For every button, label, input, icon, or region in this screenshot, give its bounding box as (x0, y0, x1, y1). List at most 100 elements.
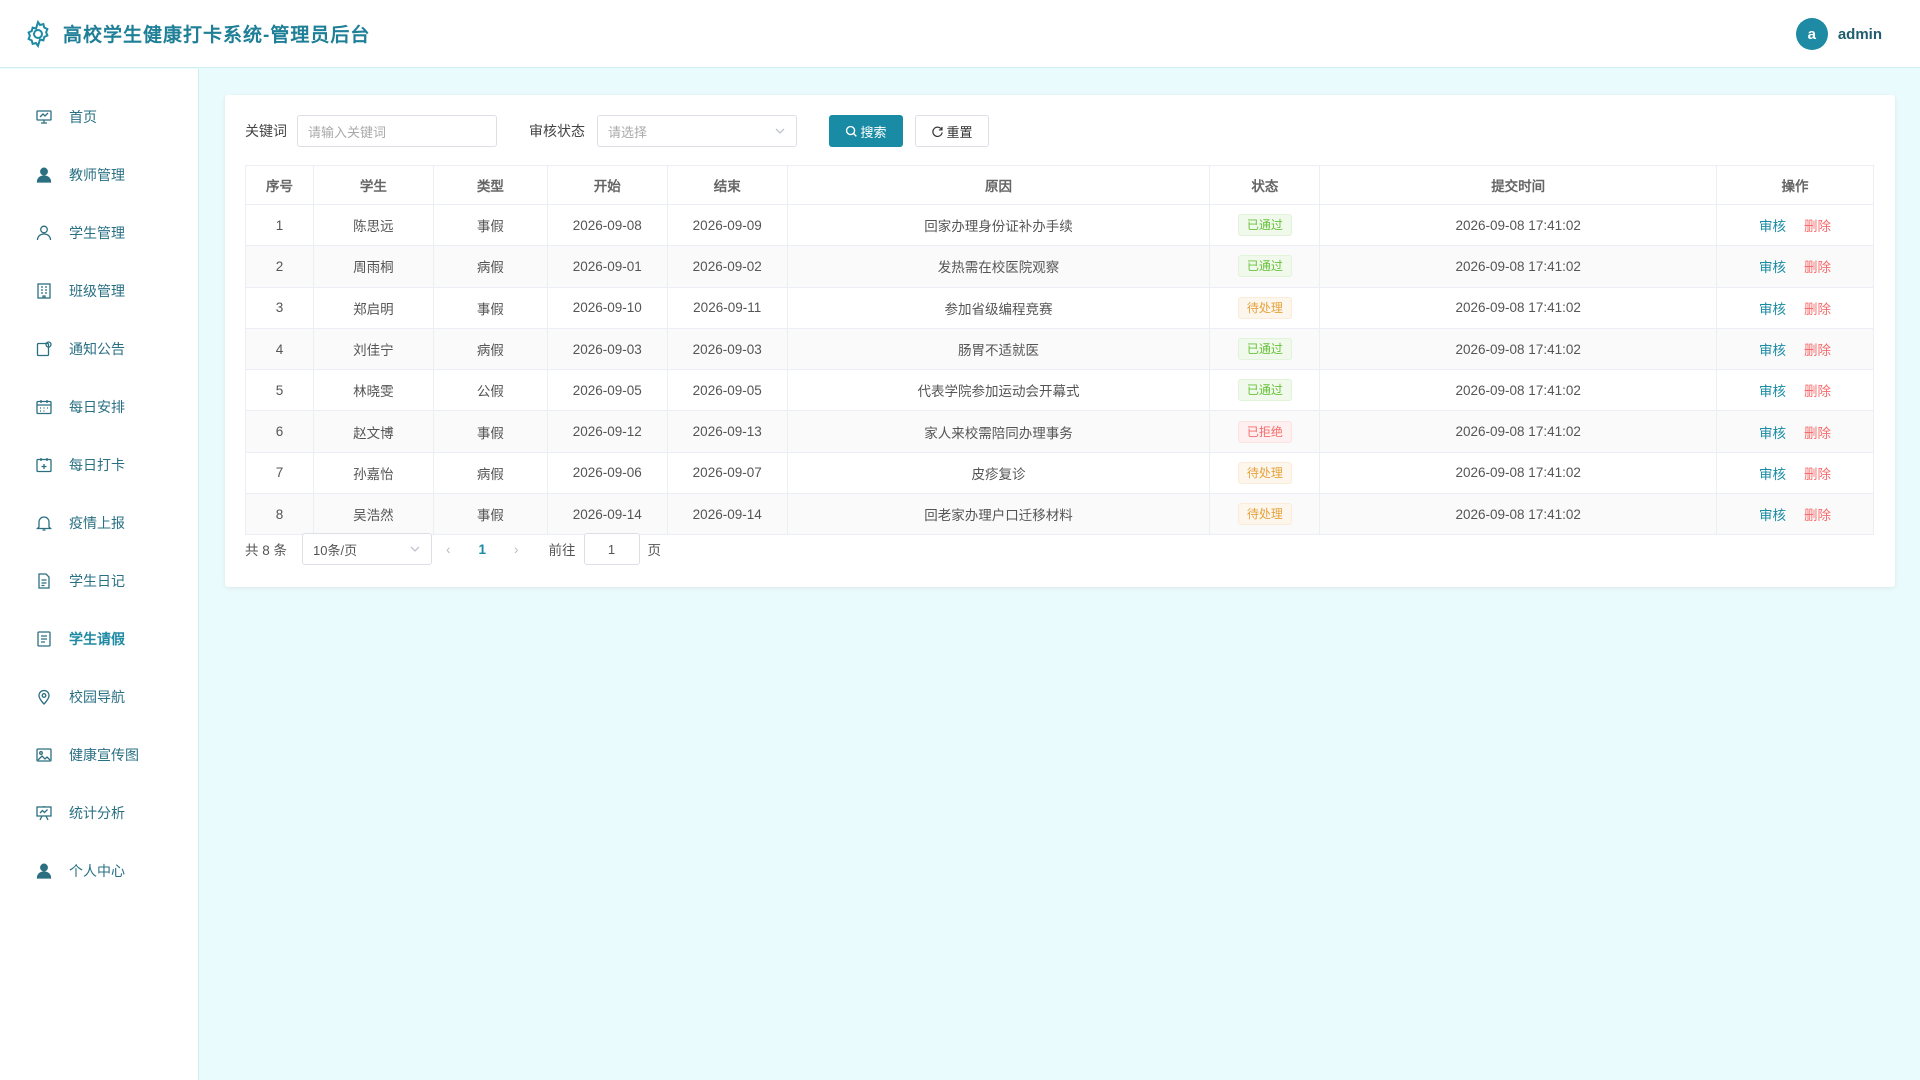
table-row[interactable]: 6 赵文博 事假 2026-09-12 2026-09-13 家人来校需陪同办理事务 已拒绝… (245, 410, 1874, 453)
goto-page-input[interactable]: 1 (583, 533, 640, 565)
delete-button[interactable]: 删除 (1804, 467, 1831, 482)
avatar[interactable]: a (1795, 18, 1828, 50)
cell-actions: 审核 删除 (1716, 410, 1874, 453)
cell-start: 2026-09-10 (546, 286, 668, 329)
username[interactable]: admin (1838, 26, 1882, 43)
audit-button[interactable]: 审核 (1759, 260, 1786, 275)
delete-button[interactable]: 删除 (1804, 508, 1831, 523)
audit-button[interactable]: 审核 (1759, 343, 1786, 358)
cell-reason: 皮疹复诊 (786, 451, 1211, 495)
audit-button[interactable]: 审核 (1759, 508, 1786, 523)
audit-button[interactable]: 审核 (1759, 384, 1786, 399)
cell-status: 待处理 (1209, 451, 1321, 495)
cell-start: 2026-09-03 (546, 327, 668, 371)
cell-status: 已拒绝 (1209, 410, 1321, 453)
delete-button[interactable]: 删除 (1804, 343, 1831, 358)
cell-actions: 审核 删除 (1716, 451, 1874, 495)
delete-button[interactable]: 删除 (1804, 302, 1831, 317)
cell-end: 2026-09-13 (666, 410, 788, 453)
sidebar-item-12[interactable]: 健康宣传图 (0, 726, 198, 784)
sidebar-item-8[interactable]: 疫情上报 (0, 494, 198, 552)
delete-button[interactable]: 删除 (1804, 384, 1831, 399)
table-row[interactable]: 5 林晓雯 公假 2026-09-05 2026-09-05 代表学院参加运动会开幕式 已通… (245, 369, 1874, 412)
audit-button[interactable]: 审核 (1759, 467, 1786, 482)
app-title: 高校学生健康打卡系统-管理员后台 (63, 25, 371, 46)
table-header-row: 序号 学生 类型 开始 结束 原因 状态 提交时间 操作 (245, 165, 1874, 205)
cell-no: 8 (245, 493, 314, 536)
sidebar-item-11[interactable]: 校园导航 (0, 668, 198, 726)
delete-button[interactable]: 删除 (1804, 219, 1831, 234)
keyword-label: 关键词 (245, 123, 287, 139)
audit-button[interactable]: 审核 (1759, 302, 1786, 317)
table-row[interactable]: 2 周雨桐 病假 2026-09-01 2026-09-02 发热需在校医院观察 已通过 20… (245, 245, 1874, 288)
status-badge: 已通过 (1237, 214, 1292, 237)
column-header: 类型 (432, 165, 548, 205)
keyword-input[interactable]: 请输入关键词 (297, 115, 497, 147)
delete-button[interactable]: 删除 (1804, 260, 1831, 275)
sidebar-item-6[interactable]: 每日安排 (0, 378, 198, 436)
column-header: 结束 (666, 165, 788, 205)
sidebar-item-label: 教师管理 (69, 167, 125, 183)
sidebar-item-5[interactable]: 通知公告 (0, 320, 198, 378)
building-icon (37, 283, 51, 299)
cell-end: 2026-09-14 (666, 493, 788, 536)
cell-actions: 审核 删除 (1716, 203, 1874, 247)
sidebar-item-label: 学生管理 (69, 225, 125, 241)
cell-no: 4 (245, 327, 314, 371)
calendar-icon (36, 400, 52, 415)
page-number-current[interactable]: 1 (479, 542, 487, 557)
cell-end: 2026-09-11 (666, 286, 788, 329)
table-row[interactable]: 4 刘佳宁 病假 2026-09-03 2026-09-03 肠胃不适就医 已通过 2026-… (245, 327, 1874, 371)
cell-reason: 肠胃不适就医 (786, 327, 1211, 371)
cell-status: 已通过 (1209, 245, 1321, 288)
status-select-placeholder: 请选择 (608, 124, 648, 140)
next-page-button[interactable]: › (514, 542, 519, 557)
column-header: 原因 (786, 165, 1211, 205)
user-menu[interactable]: a admin (1795, 18, 1882, 50)
cell-status: 待处理 (1209, 286, 1321, 329)
table-row[interactable]: 1 陈思远 事假 2026-09-08 2026-09-09 回家办理身份证补办手续 已通过… (245, 203, 1874, 247)
cell-type: 病假 (432, 451, 548, 495)
user-outline-icon (36, 225, 52, 241)
sidebar-item-14[interactable]: 个人中心 (0, 842, 198, 900)
search-button[interactable]: 搜索 (829, 115, 903, 147)
status-select[interactable]: 请选择 (597, 115, 797, 147)
sidebar-item-label: 学生日记 (69, 573, 125, 589)
leave-table: 序号 学生 类型 开始 结束 原因 状态 提交时间 操作 1 陈思远 事假 2026-09-08 202… (245, 165, 1874, 536)
cell-submitted: 2026-09-08 17:41:02 (1319, 203, 1718, 247)
cell-start: 2026-09-06 (546, 451, 668, 495)
reset-button[interactable]: 重置 (915, 115, 989, 147)
sidebar-item-2[interactable]: 教师管理 (0, 146, 198, 204)
cell-reason: 家人来校需陪同办理事务 (786, 410, 1211, 453)
gear-icon (27, 19, 49, 48)
table-row[interactable]: 3 郑启明 事假 2026-09-10 2026-09-11 参加省级编程竞赛 待处理 202… (245, 286, 1874, 329)
table-row[interactable]: 7 孙嘉怡 病假 2026-09-06 2026-09-07 皮疹复诊 待处理 2026-09… (245, 451, 1874, 495)
cell-type: 病假 (432, 327, 548, 371)
prev-page-button[interactable]: ‹ (446, 542, 451, 557)
page-suffix: 页 (647, 543, 662, 558)
pagination-total: 共 8 条 (245, 543, 288, 558)
audit-button[interactable]: 审核 (1759, 426, 1786, 441)
page-size-value: 10条/页 (313, 542, 358, 558)
cell-submitted: 2026-09-08 17:41:02 (1319, 286, 1718, 329)
sidebar-item-3[interactable]: 学生管理 (0, 204, 198, 262)
sidebar-item-label: 个人中心 (69, 863, 125, 879)
sidebar-item-10[interactable]: 学生请假 (0, 610, 198, 668)
table-row[interactable]: 8 吴浩然 事假 2026-09-14 2026-09-14 回老家办理户口迁移材料 待处理… (245, 493, 1874, 536)
audit-button[interactable]: 审核 (1759, 219, 1786, 234)
content-card: 关键词 请输入关键词 审核状态 请选择 搜索 重置 序号 学生 类型 开始 结束 原因 状态… (225, 95, 1895, 587)
cell-type: 公假 (432, 369, 548, 412)
cell-no: 2 (245, 245, 314, 288)
sidebar-item-4[interactable]: 班级管理 (0, 262, 198, 320)
cell-actions: 审核 删除 (1716, 327, 1874, 371)
sidebar-item-1[interactable]: 首页 (0, 88, 198, 146)
sidebar-item-7[interactable]: 每日打卡 (0, 436, 198, 494)
sidebar-item-label: 每日打卡 (69, 457, 125, 473)
cell-status: 已通过 (1209, 369, 1321, 412)
sidebar-item-13[interactable]: 统计分析 (0, 784, 198, 842)
sidebar-item-9[interactable]: 学生日记 (0, 552, 198, 610)
reset-button-label: 重置 (946, 124, 973, 140)
delete-button[interactable]: 删除 (1804, 426, 1831, 441)
column-header: 提交时间 (1319, 165, 1718, 205)
page-size-select[interactable]: 10条/页 (302, 533, 433, 565)
